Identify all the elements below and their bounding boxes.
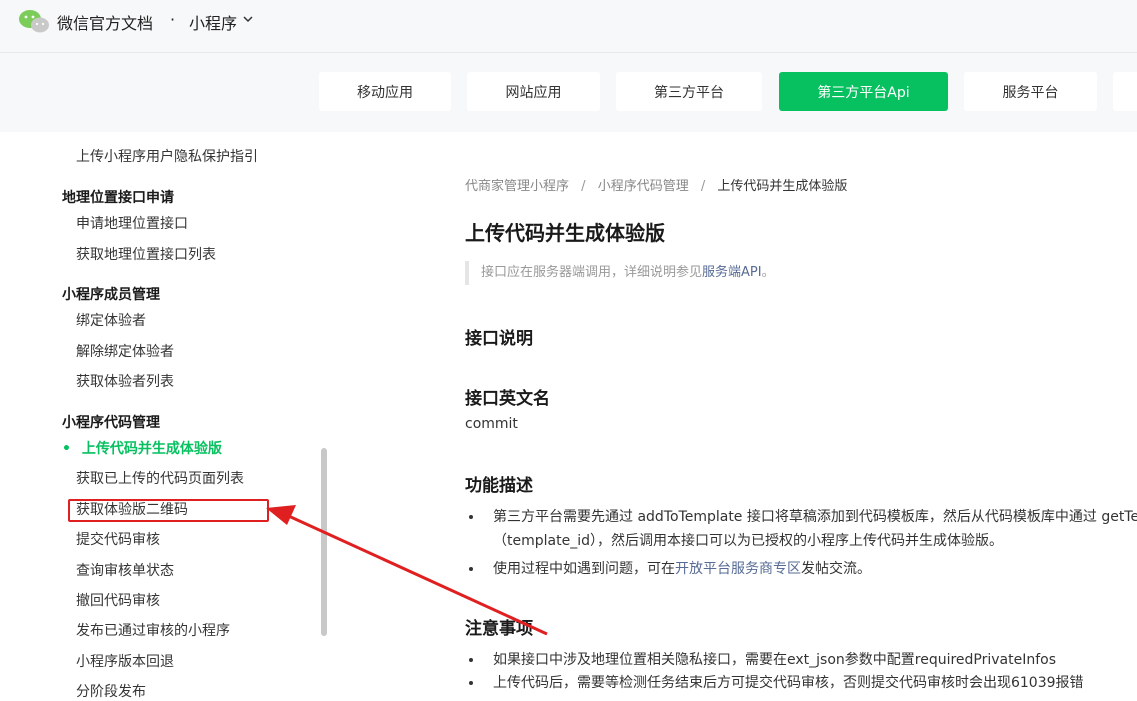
note-text: 接口应在服务器端调用，详细说明参见: [481, 265, 703, 280]
annotation-highlight-box: [68, 499, 269, 522]
tab-website-app[interactable]: 网站应用: [467, 72, 600, 111]
english-name-value: commit: [465, 416, 518, 432]
wechat-logo-icon[interactable]: [18, 8, 50, 34]
breadcrumb-item[interactable]: 代商家管理小程序: [465, 175, 569, 194]
sidebar-item-rollback[interactable]: 小程序版本回退: [76, 651, 174, 671]
tab-service-platform[interactable]: 服务平台: [964, 72, 1097, 111]
sidebar-item-page-list[interactable]: 获取已上传的代码页面列表: [76, 468, 244, 488]
section-heading-interface: 接口说明: [465, 329, 533, 349]
list-item: 如果接口中涉及地理位置相关隐私接口，需要在ext_json参数中配置requir…: [468, 649, 1056, 671]
list-item-text: 使用过程中如遇到问题，可在: [493, 561, 675, 577]
section-heading-notes: 注意事项: [465, 619, 533, 639]
active-bullet: •: [62, 441, 71, 457]
sidebar-item-release[interactable]: 发布已通过审核的小程序: [76, 620, 230, 640]
breadcrumb-separator: /: [700, 179, 706, 194]
sidebar-item-gray-release[interactable]: 分阶段发布: [76, 681, 146, 701]
sidebar-item-apply-location[interactable]: 申请地理位置接口: [76, 213, 188, 233]
list-item: 使用过程中如遇到问题，可在开放平台服务商专区发帖交流。: [469, 558, 871, 580]
sidebar-scrollbar[interactable]: [321, 448, 327, 636]
sidebar-item-bind-tester[interactable]: 绑定体验者: [76, 310, 146, 330]
list-item-continuation: （template_id），然后调用本接口可以为已授权的小程序上传代码并生成体验…: [476, 530, 1003, 550]
section-heading-function: 功能描述: [465, 476, 533, 496]
breadcrumb-item[interactable]: 小程序代码管理: [598, 175, 689, 194]
sidebar-item-privacy-guide[interactable]: 上传小程序用户隐私保护指引: [76, 146, 258, 166]
sidebar-item-label: 上传代码并生成体验版: [81, 441, 222, 457]
server-api-note: 接口应在服务器端调用，详细说明参见服务端API。: [465, 261, 775, 285]
tab-third-party-api[interactable]: 第三方平台Api: [779, 72, 948, 111]
page-title: 上传代码并生成体验版: [465, 221, 665, 245]
list-item-text: 如果接口中涉及地理位置相关隐私接口，需要在ext_json参数中配置requir…: [493, 652, 1057, 668]
tab-more[interactable]: [1113, 72, 1137, 111]
list-item-text: 第三方平台需要先通过 addToTemplate 接口将草稿添加到代码模板库，然…: [493, 509, 1137, 525]
sidebar-group-code[interactable]: 小程序代码管理: [62, 412, 160, 432]
tab-third-party-platform[interactable]: 第三方平台: [616, 72, 762, 111]
sidebar-item-tester-list[interactable]: 获取体验者列表: [76, 371, 174, 391]
sidebar-item-submit-audit[interactable]: 提交代码审核: [76, 529, 160, 549]
sidebar-item-audit-status[interactable]: 查询审核单状态: [76, 560, 174, 580]
chevron-down-icon[interactable]: [243, 14, 253, 24]
service-provider-forum-link[interactable]: 开放平台服务商专区: [675, 561, 801, 577]
breadcrumb-current: 上传代码并生成体验版: [717, 179, 848, 194]
note-suffix: 。: [761, 265, 775, 280]
server-api-link[interactable]: 服务端API: [702, 265, 762, 280]
list-item: 上传代码后，需要等检测任务结束后方可提交代码审核，否则提交代码审核时会出现610…: [469, 672, 1084, 694]
list-item-text: 上传代码后，需要等检测任务结束后方可提交代码审核，否则提交代码审核时会出现610…: [493, 675, 1084, 691]
top-bar: 微信官方文档 · 小程序: [0, 0, 1137, 53]
site-title[interactable]: 微信官方文档: [57, 10, 153, 34]
sidebar-item-location-list[interactable]: 获取地理位置接口列表: [76, 244, 216, 264]
list-item: 第三方平台需要先通过 addToTemplate 接口将草稿添加到代码模板库，然…: [469, 506, 1137, 528]
sidebar-group-location[interactable]: 地理位置接口申请: [62, 187, 174, 207]
tab-mobile-app[interactable]: 移动应用: [319, 72, 451, 111]
list-item-text: 发帖交流。: [801, 561, 871, 577]
list-item-text: （template_id），然后调用本接口可以为已授权的小程序上传代码并生成体验…: [493, 533, 1003, 549]
title-separator: ·: [170, 10, 176, 29]
sidebar-item-unbind-tester[interactable]: 解除绑定体验者: [76, 341, 174, 361]
breadcrumb-separator: /: [581, 179, 586, 194]
sidebar-item-commit-active[interactable]: • 上传代码并生成体验版: [62, 438, 222, 458]
breadcrumb: 代商家管理小程序 / 小程序代码管理 / 上传代码并生成体验版: [465, 175, 847, 194]
sidebar-group-members[interactable]: 小程序成员管理: [62, 284, 160, 304]
section-heading-english-name: 接口英文名: [465, 389, 550, 409]
sidebar-item-undo-audit[interactable]: 撤回代码审核: [76, 590, 160, 610]
product-selector[interactable]: 小程序: [189, 10, 237, 34]
